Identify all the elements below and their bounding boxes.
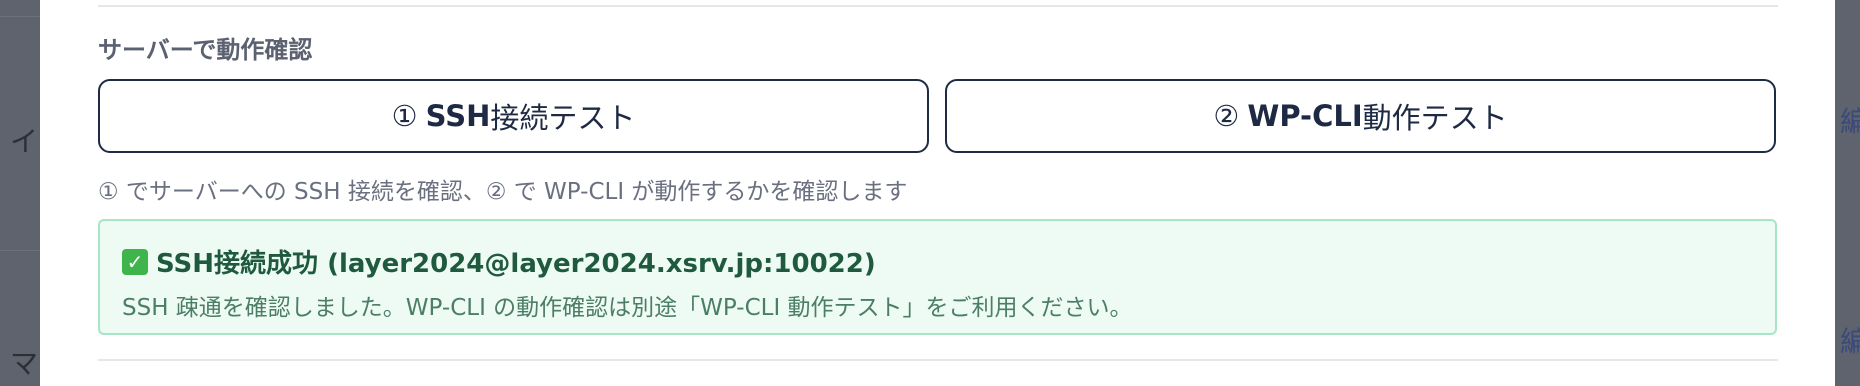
help-text: ① でサーバーへの SSH 接続を確認、② で WP-CLI が動作するかを確認…	[98, 179, 908, 205]
alert-title: SSH接続成功 (layer2024@layer2024.xsrv.jp:100…	[156, 249, 876, 279]
background-left-panel: イ マ	[0, 0, 40, 386]
background-text: マ	[10, 347, 39, 380]
background-divider	[0, 16, 40, 17]
button-label: 接続テスト	[490, 101, 636, 135]
modal-dialog: サーバーで動作確認 ① SSH 接続テスト ② WP-CLI 動作テスト ① で…	[40, 0, 1835, 386]
button-label-strong: SSH	[425, 99, 491, 133]
background-edit-link[interactable]: 編	[1840, 320, 1860, 360]
ssh-test-button[interactable]: ① SSH 接続テスト	[98, 79, 929, 153]
button-number: ②	[1213, 99, 1240, 133]
background-text: イ	[10, 125, 39, 158]
top-divider	[98, 5, 1778, 7]
background-edit-link[interactable]: 編	[1840, 100, 1860, 140]
button-number: ①	[391, 99, 418, 133]
check-icon: ✓	[122, 248, 148, 275]
button-label: 動作テスト	[1362, 101, 1508, 135]
background-divider	[0, 250, 40, 251]
bottom-divider	[98, 359, 1778, 361]
wpcli-test-button[interactable]: ② WP-CLI 動作テスト	[945, 79, 1776, 153]
alert-message: SSH 疎通を確認しました。WP-CLI の動作確認は別途「WP-CLI 動作テ…	[122, 295, 1133, 321]
section-title: サーバーで動作確認	[98, 36, 313, 64]
button-label-strong: WP-CLI	[1247, 99, 1363, 133]
success-alert: ✓ SSH接続成功 (layer2024@layer2024.xsrv.jp:1…	[98, 219, 1777, 335]
alert-title-row: ✓ SSH接続成功 (layer2024@layer2024.xsrv.jp:1…	[122, 243, 876, 280]
